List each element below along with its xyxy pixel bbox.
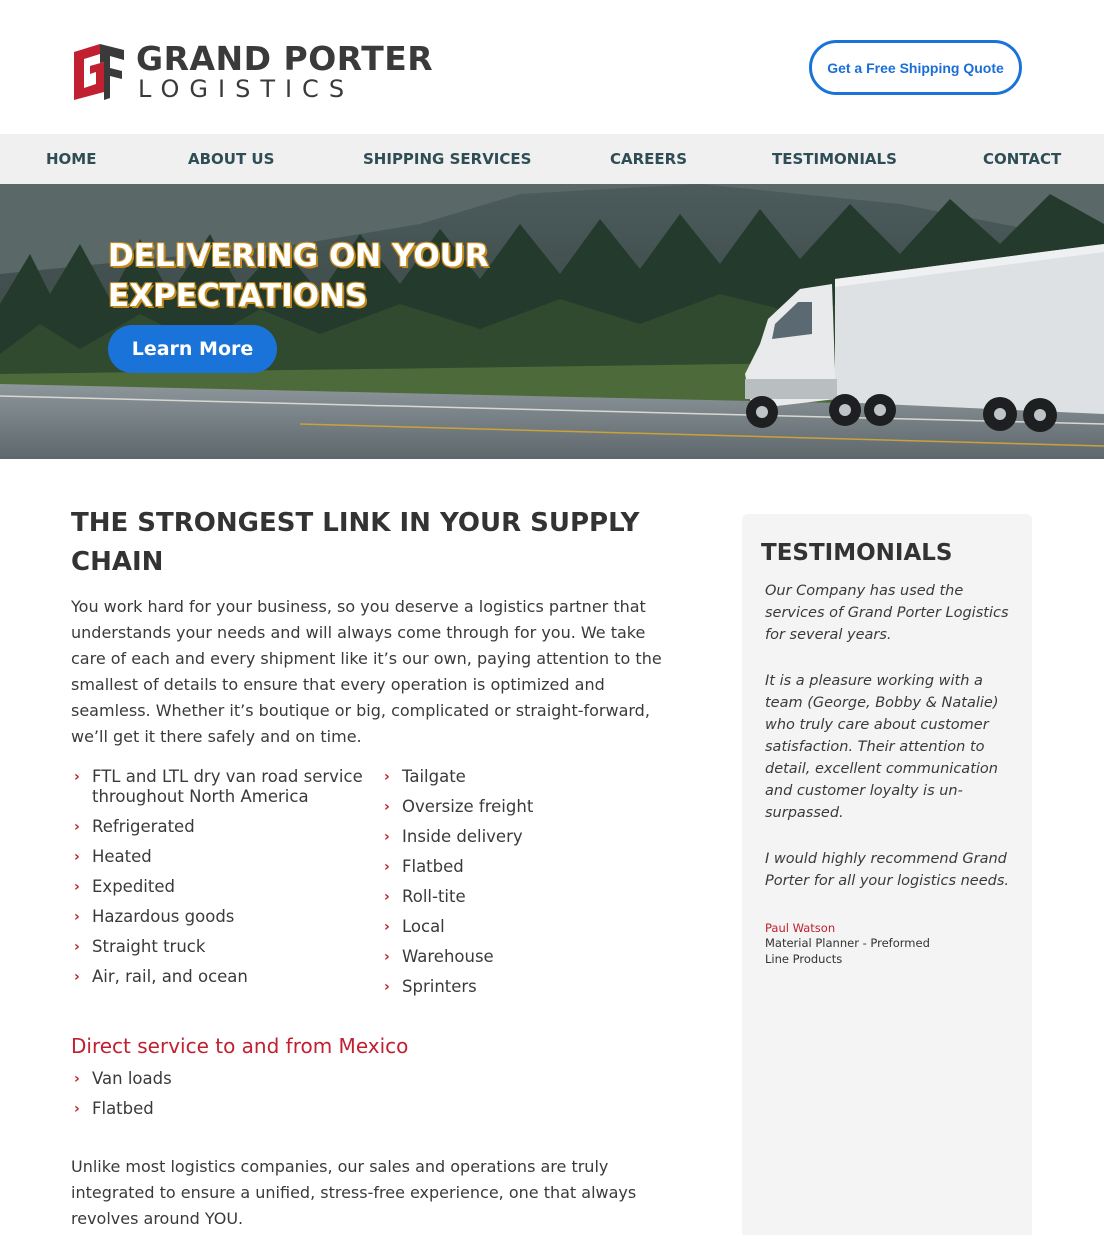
nav-item-home[interactable]: HOME xyxy=(46,134,96,184)
list-item: › Flatbed xyxy=(74,1099,154,1118)
chevron-right-icon: › xyxy=(74,909,80,925)
list-item: › Straight truck xyxy=(74,937,206,956)
nav-item-contact[interactable]: CONTACT xyxy=(983,134,1061,184)
chevron-right-icon: › xyxy=(74,939,80,955)
testimonial-author-role: Material Planner - Preformed Line Produc… xyxy=(765,936,930,966)
list-item: › Roll-tite xyxy=(384,887,466,906)
chevron-right-icon: › xyxy=(384,979,390,995)
chevron-right-icon: › xyxy=(74,969,80,985)
list-item: › Oversize freight xyxy=(384,797,534,816)
chevron-right-icon: › xyxy=(384,769,390,785)
chevron-right-icon: › xyxy=(74,1101,80,1117)
nav-item-about-us[interactable]: ABOUT US xyxy=(188,134,274,184)
site-header: GRAND PORTER LOGISTICS Get a Free Shippi… xyxy=(0,0,1104,134)
chevron-right-icon: › xyxy=(384,949,390,965)
testimonial-author: Paul Watson xyxy=(765,921,836,935)
chevron-right-icon: › xyxy=(384,919,390,935)
list-item: › FTL and LTL dry van road service throug… xyxy=(74,767,363,806)
logo-mark-icon xyxy=(74,44,124,100)
testimonial-paragraph: Our Company has used the services of Gra… xyxy=(765,583,1009,643)
chevron-right-icon: › xyxy=(384,829,390,845)
mexico-services-list: › Van loads › Flatbed xyxy=(72,1069,372,1129)
hero-title: DELIVERING ON YOUR EXPECTATIONS xyxy=(108,238,489,314)
chevron-right-icon: › xyxy=(384,859,390,875)
services-list-left: › FTL and LTL dry van road service throug… xyxy=(72,767,372,997)
list-item: › Tailgate xyxy=(384,767,466,786)
list-item: › Heated xyxy=(74,847,152,866)
list-item: › Sprinters xyxy=(384,977,477,996)
list-item: › Expedited xyxy=(74,877,175,896)
list-item: › Local xyxy=(384,917,445,936)
list-item: › Refrigerated xyxy=(74,817,195,836)
nav-item-careers[interactable]: CAREERS xyxy=(610,134,687,184)
list-item: › Hazardous goods xyxy=(74,907,235,926)
chevron-right-icon: › xyxy=(384,889,390,905)
list-item: › Inside delivery xyxy=(384,827,523,846)
hero-truck-image xyxy=(0,184,1104,459)
intro-paragraph: You work hard for your business, so you … xyxy=(71,597,662,746)
list-item: › Warehouse xyxy=(384,947,494,966)
logo[interactable]: GRAND PORTER LOGISTICS xyxy=(70,39,434,104)
testimonials-sidebar: TESTIMONIALS Our Company has used the se… xyxy=(742,514,1032,1235)
chevron-right-icon: › xyxy=(74,879,80,895)
chevron-right-icon: › xyxy=(74,1071,80,1087)
chevron-right-icon: › xyxy=(384,799,390,815)
nav-item-testimonials[interactable]: TESTIMONIALS xyxy=(772,134,897,184)
testimonial-paragraph: I would highly recommend Grand Porter fo… xyxy=(765,851,1010,889)
chevron-right-icon: › xyxy=(74,819,80,835)
testimonials-title: TESTIMONIALS xyxy=(761,540,953,566)
logo-subtitle: LOGISTICS xyxy=(138,75,355,103)
nav-item-shipping-services[interactable]: SHIPPING SERVICES xyxy=(363,134,531,184)
free-shipping-quote-button[interactable]: Get a Free Shipping Quote xyxy=(809,40,1022,95)
list-item: › Flatbed xyxy=(384,857,464,876)
list-item: › Air, rail, and ocean xyxy=(74,967,248,986)
outro-paragraph: Unlike most logistics companies, our sal… xyxy=(71,1157,637,1228)
services-list-right: › Tailgate › Oversize freight › Inside deli… xyxy=(382,767,642,1007)
testimonial-paragraph: It is a pleasure working with a team (Ge… xyxy=(765,673,999,821)
logo-name: GRAND PORTER xyxy=(136,39,434,78)
main-nav: HOME ABOUT US SHIPPING SERVICES CAREERS … xyxy=(0,134,1104,184)
hero-banner: DELIVERING ON YOUR EXPECTATIONS Learn Mo… xyxy=(0,184,1104,459)
page-title: THE STRONGEST LINK IN YOUR SUPPLY CHAIN xyxy=(71,508,640,577)
chevron-right-icon: › xyxy=(74,849,80,865)
learn-more-button[interactable]: Learn More xyxy=(108,325,277,373)
chevron-right-icon: › xyxy=(74,769,80,785)
mexico-heading: Direct service to and from Mexico xyxy=(71,1034,409,1058)
list-item: › Van loads xyxy=(74,1069,172,1088)
